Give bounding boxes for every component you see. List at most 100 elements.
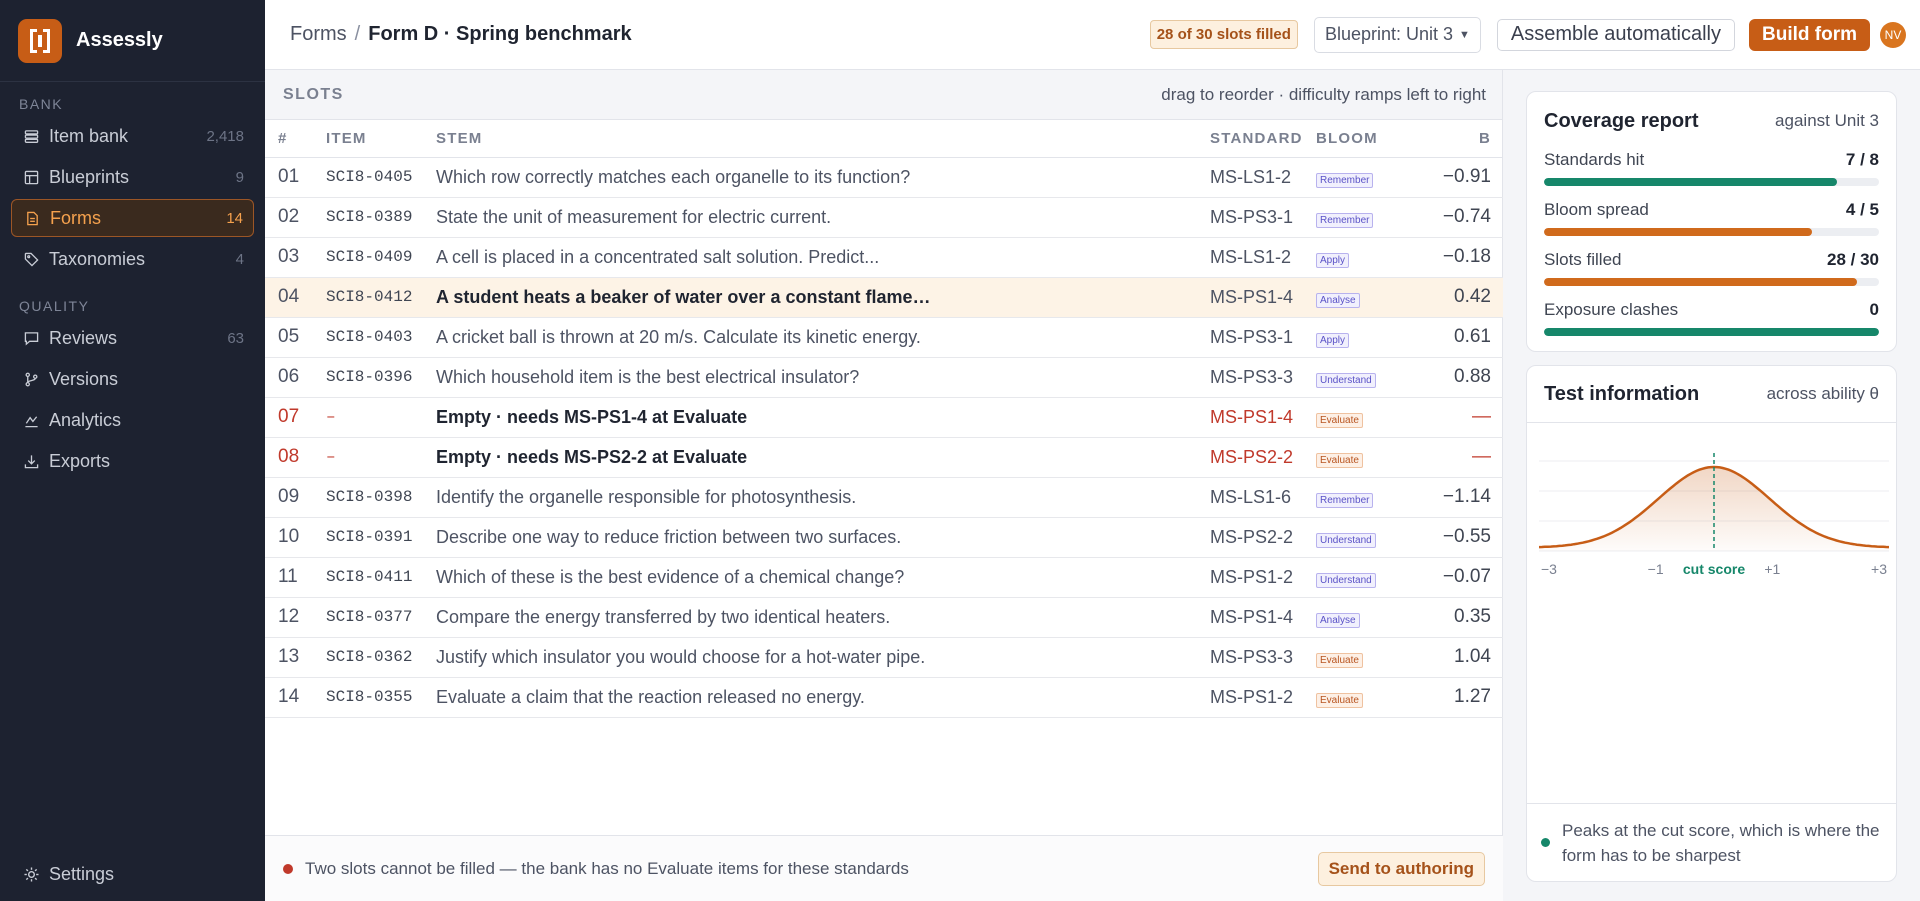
column-header-item: ITEM [326,120,436,158]
metric-value: 0 [1869,300,1879,319]
bloom-badge: Understand [1316,532,1376,548]
coverage-metric: Slots filled 28 / 30 [1527,250,1896,286]
standard-code: MS-PS3-1 [1210,197,1316,238]
bloom-cell: Apply [1316,237,1406,278]
table-row[interactable]: 09 SCI8-0398 Identify the organelle respon… [265,477,1503,518]
metric-bar [1544,328,1879,336]
bloom-cell: Remember [1316,197,1406,238]
sidebar-item-count: 4 [235,250,244,268]
metric-bar [1544,228,1879,236]
difficulty-b: 0.61 [1406,317,1503,358]
item-id: – [326,437,436,478]
table-row[interactable]: 03 SCI8-0409 A cell is placed in a concent… [265,237,1503,278]
standard-code: MS-PS3-3 [1210,637,1316,678]
metric-row: Exposure clashes 0 [1544,300,1879,320]
breadcrumb-forms[interactable]: Forms [290,23,347,45]
item-stem: Identify the organelle responsible for p… [436,477,1210,518]
standard-code: MS-PS3-3 [1210,357,1316,398]
column-header-standard: STANDARD [1210,120,1316,158]
assemble-automatically-button[interactable]: Assemble automatically [1496,18,1735,51]
cut-score-label: cut score [1683,561,1745,577]
x-tick-label: +1 [1764,561,1780,577]
slot-number: 07 [265,397,326,438]
bloom-badge: Analyse [1316,292,1360,308]
slot-number: 12 [265,597,326,638]
metric-value: 4 / 5 [1845,200,1879,219]
test-information-card: Test information across ability θ −3 −1 cu… [1526,365,1897,882]
coverage-subtitle: against Unit 3 [1775,111,1879,130]
empty-slot-row[interactable]: 07– Empty · needs MS-PS1-4 at Evaluate MS-… [265,397,1503,438]
sidebar-item-reviews[interactable]: Reviews 63 [11,319,254,357]
sidebar-item-exports[interactable]: Exports [11,442,254,480]
item-stem: State the unit of measurement for electr… [436,197,1210,238]
bloom-badge: Evaluate [1316,652,1363,668]
standard-code: MS-PS2-2 [1210,517,1316,558]
info-dot-icon [1541,838,1550,847]
sidebar-item-taxonomies[interactable]: Taxonomies 4 [11,240,254,278]
metric-label: Standards hit [1544,150,1645,169]
sidebar-item-count: 63 [227,329,244,347]
stack-icon [23,128,39,144]
table-row[interactable]: 11 SCI8-0411 Which of these is the best ev… [265,557,1503,598]
test-info-title: Test information [1544,382,1700,405]
difficulty-b: −0.55 [1406,517,1503,558]
nav-section-bank: BANK [19,96,64,112]
sidebar-item-label: Reviews [49,327,118,348]
sidebar-item-forms[interactable]: Forms 14 [11,199,254,237]
table-row[interactable]: 13 SCI8-0362 Justify which insulator you w… [265,637,1503,678]
footer-warning: Two slots cannot be filled — the bank ha… [305,858,909,878]
table-row[interactable]: 04 SCI8-0412 A student heats a beaker of w… [265,277,1503,318]
sidebar-item-label: Forms [50,207,101,228]
sidebar-item-item-bank[interactable]: Item bank 2,418 [11,117,254,155]
test-information-svg: −3 −1 cut score +1 +3 [1538,453,1890,577]
breadcrumb-separator: / [354,23,361,45]
bloom-badge: Evaluate [1316,412,1363,428]
test-info-note: Peaks at the cut score, which is where t… [1562,820,1880,865]
test-info-header: Test information across ability θ [1527,366,1896,423]
coverage-metric: Exposure clashes 0 [1527,300,1896,336]
slots-hint: drag to reorder · difficulty ramps left … [1161,84,1486,104]
test-information-chart: −3 −1 cut score +1 +3 [1538,453,1890,583]
bloom-badge: Understand [1316,372,1376,388]
metric-bar-fill [1544,178,1838,186]
brand: Assessly [0,0,265,82]
table-row[interactable]: 12 SCI8-0377 Compare the energy transferre… [265,597,1503,638]
difficulty-b: — [1406,397,1503,438]
coverage-title: Coverage report [1544,109,1699,132]
metric-bar [1544,178,1879,186]
grid-icon [23,169,39,185]
table-row[interactable]: 01 SCI8-0405 Which row correctly matches e… [265,157,1503,198]
item-stem: Which row correctly matches each organel… [436,157,1210,198]
empty-slot-row[interactable]: 08– Empty · needs MS-PS2-2 at Evaluate MS-… [265,437,1503,478]
item-id: SCI8-0396 [326,357,436,398]
bloom-badge: Evaluate [1316,692,1363,708]
bloom-badge: Understand [1316,572,1376,588]
item-id: SCI8-0412 [326,277,436,318]
sidebar-item-analytics[interactable]: Analytics [11,401,254,439]
bloom-badge: Remember [1316,492,1374,508]
build-form-button[interactable]: Build form [1749,18,1870,51]
column-header-bloom: BLOOM [1316,120,1406,158]
difficulty-b: 0.35 [1406,597,1503,638]
bloom-badge: Analyse [1316,612,1360,628]
chat-icon [23,330,39,346]
sidebar-item-blueprints[interactable]: Blueprints 9 [11,158,254,196]
breadcrumb: Forms / Form D · Spring benchmark [290,23,632,46]
send-to-authoring-button[interactable]: Send to authoring [1317,851,1485,886]
blueprint-select[interactable]: Blueprint: Unit 3 ▼ [1313,16,1481,53]
item-stem: Justify which insulator you would choose… [436,637,1210,678]
slots-title: SLOTS [283,85,344,103]
sidebar-item-versions[interactable]: Versions [11,360,254,398]
sidebar-item-settings[interactable]: Settings [11,855,254,893]
table-row[interactable]: 02 SCI8-0389 State the unit of measurement… [265,197,1503,238]
x-tick-label: −3 [1541,561,1557,577]
gear-icon [23,866,39,882]
avatar[interactable]: NV [1880,21,1906,48]
sidebar-item-label: Settings [49,863,115,884]
table-row[interactable]: 05 SCI8-0403 A cricket ball is thrown at 2… [265,317,1503,358]
standard-code: MS-PS1-4 [1210,597,1316,638]
table-row[interactable]: 06 SCI8-0396 Which household item is the b… [265,357,1503,398]
table-row[interactable]: 10 SCI8-0391 Describe one way to reduce fr… [265,517,1503,558]
table-row[interactable]: 14 SCI8-0355 Evaluate a claim that the rea… [265,677,1503,718]
chart-icon [23,412,39,428]
